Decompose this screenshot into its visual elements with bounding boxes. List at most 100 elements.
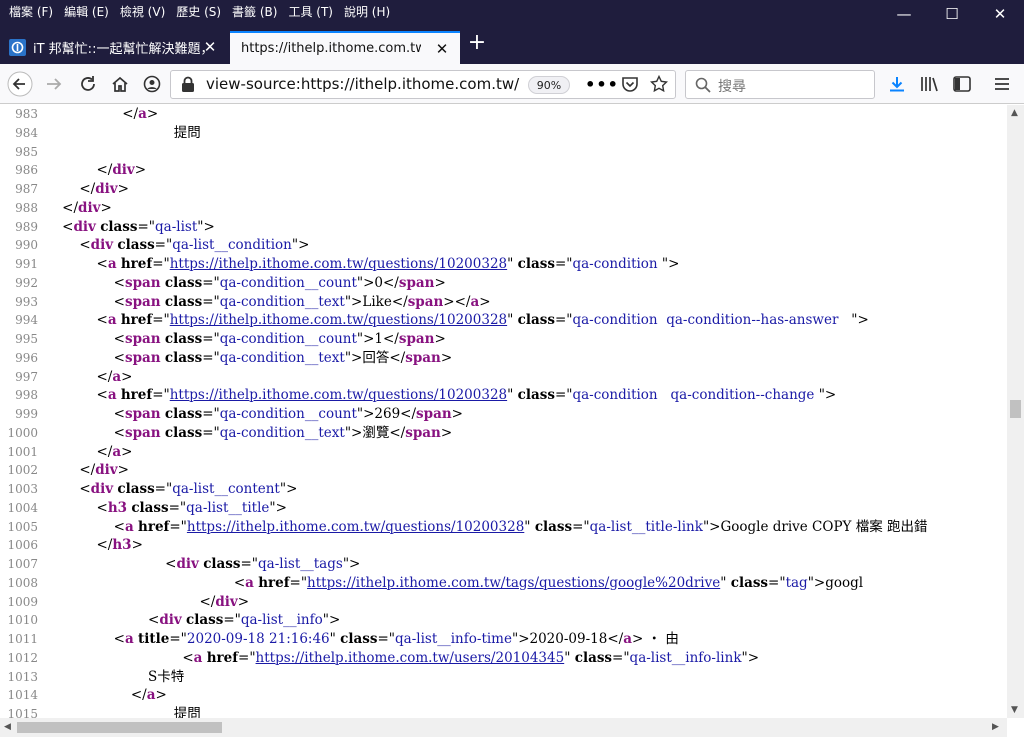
line-number: 1002 [7, 463, 38, 478]
line-code: </h3> [45, 537, 143, 554]
source-link[interactable]: https://ithelp.ithome.com.tw/questions/1… [170, 256, 507, 272]
zoom-level-button[interactable]: 90% [528, 76, 570, 94]
line-code: 提問 [45, 124, 201, 141]
new-tab-icon[interactable]: + [467, 32, 487, 55]
line-code: <div class="qa-list"> [45, 218, 215, 235]
line-code: <a href="https://ithelp.ithome.com.tw/ta… [45, 574, 864, 591]
hamburger-menu-icon[interactable] [988, 70, 1016, 98]
pocket-icon[interactable] [616, 70, 644, 98]
menu-item[interactable]: 檢視 (V) [115, 3, 171, 20]
source-line: 1009 </div> [0, 593, 1007, 612]
source-line: 984 提問 [0, 124, 1007, 143]
horizontal-scroll-thumb[interactable] [17, 722, 222, 733]
menu-bar: 檔案 (F) 編輯 (E) 檢視 (V) 歷史 (S) 書籤 (B) 工具 (T) 說明 (… [4, 0, 396, 22]
line-number: 993 [15, 294, 38, 309]
tab-view-source[interactable]: https://ithelp.ithome.com.tw/ ✕ [230, 31, 460, 64]
scroll-down-icon[interactable]: ▼ [1011, 705, 1018, 715]
tab-ithelp[interactable]: iT 邦幫忙::一起幫忙解決難題，拯救 IT 人的一天 ✕ [0, 31, 228, 64]
minimize-icon[interactable]: — [880, 0, 928, 28]
scroll-up-icon[interactable]: ▲ [1011, 108, 1018, 118]
line-number: 999 [15, 407, 38, 421]
line-number: 1001 [7, 444, 38, 459]
source-link[interactable]: https://ithelp.ithome.com.tw/questions/1… [170, 387, 507, 403]
scroll-left-icon[interactable]: ◀ [4, 722, 11, 732]
close-window-icon[interactable]: ✕ [976, 0, 1024, 28]
vertical-scrollbar[interactable]: ▲ ▼ [1007, 105, 1024, 718]
line-number: 991 [15, 257, 38, 271]
menu-item[interactable]: 書籤 (B) [227, 3, 283, 20]
back-icon[interactable] [6, 70, 34, 98]
window-controls: — ☐ ✕ [880, 0, 1024, 28]
vertical-scroll-thumb[interactable] [1010, 400, 1021, 418]
close-tab-icon[interactable]: ✕ [434, 40, 450, 58]
source-link[interactable]: https://ithelp.ithome.com.tw/questions/1… [187, 519, 524, 535]
line-number: 1006 [7, 538, 38, 553]
close-tab-icon[interactable]: ✕ [202, 38, 218, 56]
line-number: 1015 [7, 707, 38, 718]
menu-item[interactable]: 編輯 (E) [59, 3, 115, 20]
menu-item[interactable]: 工具 (T) [283, 3, 339, 20]
line-code: <div class="qa-list__tags"> [45, 556, 361, 572]
line-number: 1009 [7, 594, 38, 609]
home-icon[interactable] [106, 70, 134, 98]
downloads-icon[interactable] [883, 70, 911, 98]
library-icon[interactable] [916, 70, 944, 98]
menu-item[interactable]: 說明 (H) [339, 3, 396, 20]
line-number: 990 [15, 238, 38, 253]
line-number: 988 [15, 200, 38, 215]
line-code: <a href="https://ithelp.ithome.com.tw/qu… [45, 256, 680, 272]
line-code: </a> [45, 687, 167, 704]
search-icon [695, 77, 711, 97]
menu-item[interactable]: 歷史 (S) [171, 3, 227, 20]
account-icon[interactable] [138, 70, 166, 98]
line-code: </div> [45, 593, 250, 610]
bookmark-star-icon[interactable] [645, 70, 673, 98]
line-code: </div> [45, 162, 147, 179]
sidebar-icon[interactable] [948, 70, 976, 98]
line-code: </a> [45, 443, 133, 460]
source-line: 986 </div> [0, 161, 1007, 180]
search-input[interactable]: 搜尋 [685, 70, 875, 99]
line-code: <span class="qa-condition__count">0</spa… [45, 274, 446, 291]
line-code: </div> [45, 181, 129, 197]
line-number: 1013 [7, 669, 38, 684]
source-line: 1004 <h3 class="qa-list__title"> [0, 499, 1007, 518]
source-line: 985 [0, 143, 1007, 162]
source-line: 999 <span class="qa-condition__count">26… [0, 405, 1007, 424]
forward-icon[interactable] [40, 70, 68, 98]
source-line: 1002 </div> [0, 461, 1007, 480]
line-code: <a title="2020-09-18 21:16:46" class="qa… [45, 631, 679, 647]
line-code: <div class="qa-list__content"> [45, 481, 298, 497]
source-link[interactable]: https://ithelp.ithome.com.tw/questions/1… [170, 312, 507, 328]
source-line: 992 <span class="qa-condition__count">0<… [0, 274, 1007, 293]
source-view[interactable]: 983 </a> 984 提問 985 986 </div> 987 </div> 988… [0, 105, 1007, 718]
scroll-right-icon[interactable]: ▶ [992, 722, 999, 732]
source-line: 991 <a href="https://ithelp.ithome.com.t… [0, 255, 1007, 274]
line-code: <h3 class="qa-list__title"> [45, 499, 287, 516]
line-code: <span class="qa-condition__text">瀏覽</spa… [45, 424, 453, 441]
source-link[interactable]: https://ithelp.ithome.com.tw/users/20104… [256, 650, 565, 666]
line-number: 1010 [7, 613, 38, 628]
line-number: 1004 [7, 500, 38, 515]
url-text: view-source:https://ithelp.ithome.com.tw… [206, 75, 520, 93]
reload-icon[interactable] [74, 70, 102, 98]
lock-icon [181, 76, 195, 97]
page-actions-icon[interactable]: ••• [585, 70, 618, 98]
source-line: 1012 <a href="https://ithelp.ithome.com.… [0, 649, 1007, 668]
line-number: 995 [15, 332, 38, 346]
line-number: 984 [15, 125, 38, 140]
source-line: 1015 提問 [0, 705, 1007, 718]
horizontal-scrollbar[interactable]: ◀ ▶ [0, 718, 1007, 737]
maximize-icon[interactable]: ☐ [928, 0, 976, 28]
line-code: 提問 [45, 706, 201, 718]
source-line: 1011 <a title="2020-09-18 21:16:46" clas… [0, 630, 1007, 649]
menu-item[interactable]: 檔案 (F) [4, 3, 59, 20]
source-line: 1008 <a href="https://ithelp.ithome.com.… [0, 574, 1007, 593]
source-line: 1003 <div class="qa-list__content"> [0, 480, 1007, 499]
line-number: 997 [15, 369, 38, 384]
source-line: 995 <span class="qa-condition__count">1<… [0, 330, 1007, 349]
line-code: S卡特 [45, 668, 185, 685]
source-line: 997 </a> [0, 368, 1007, 387]
source-link[interactable]: https://ithelp.ithome.com.tw/tags/questi… [307, 575, 720, 591]
line-code: <span class="qa-condition__count">1</spa… [45, 331, 446, 347]
